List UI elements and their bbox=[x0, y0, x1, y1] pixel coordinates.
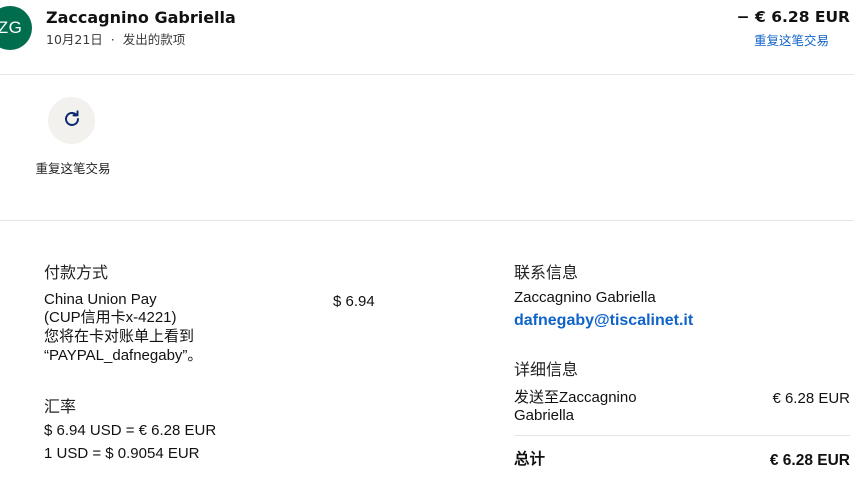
statement-note-line2: “PAYPAL_dafnegaby”。 bbox=[44, 347, 203, 364]
header-divider bbox=[0, 74, 854, 75]
contact-name: Zaccagnino Gabriella bbox=[514, 289, 656, 306]
statement-note-line1: 您将在卡对账单上看到 bbox=[44, 328, 195, 345]
transaction-type: 发出的款项 bbox=[122, 32, 186, 47]
exchange-rate-line1: $ 6.94 USD = € 6.28 EUR bbox=[44, 422, 217, 439]
exchange-rate-line2: 1 USD = $ 0.9054 EUR bbox=[44, 445, 200, 462]
subtitle-separator: · bbox=[110, 32, 115, 47]
details-heading: 详细信息 bbox=[514, 360, 579, 379]
refresh-icon bbox=[62, 109, 82, 133]
total-amount: € 6.28 EUR bbox=[769, 452, 850, 469]
contact-info-heading: 联系信息 bbox=[514, 263, 579, 282]
repeat-transaction-link[interactable]: 重复这笔交易 bbox=[754, 30, 829, 49]
payment-amount: $ 6.94 bbox=[333, 293, 375, 310]
total-label: 总计 bbox=[514, 451, 546, 468]
exchange-rate-heading: 汇率 bbox=[44, 397, 77, 416]
sent-amount: € 6.28 EUR bbox=[772, 390, 850, 407]
counterparty-name: Zaccagnino Gabriella bbox=[46, 8, 236, 27]
sent-to-line1: 发送至Zaccagnino bbox=[514, 389, 637, 406]
sent-to-line2: Gabriella bbox=[514, 407, 575, 424]
payment-method-card: (CUP信用卡x-4221) bbox=[44, 309, 177, 326]
transaction-date: 10月21日 bbox=[46, 32, 103, 47]
payment-method-heading: 付款方式 bbox=[44, 263, 109, 282]
transaction-amount: − € 6.28 EUR bbox=[736, 8, 850, 26]
repeat-transaction-label: 重复这笔交易 bbox=[35, 161, 111, 176]
payment-method-name: China Union Pay bbox=[44, 291, 157, 308]
action-divider bbox=[0, 220, 854, 221]
transaction-subtitle: 10月21日 · 发出的款项 bbox=[46, 29, 185, 48]
contact-email-link[interactable]: dafnegaby@tiscalinet.it bbox=[514, 312, 693, 329]
repeat-transaction-button[interactable] bbox=[48, 97, 95, 144]
details-divider bbox=[514, 435, 850, 436]
avatar: ZG bbox=[0, 6, 32, 50]
